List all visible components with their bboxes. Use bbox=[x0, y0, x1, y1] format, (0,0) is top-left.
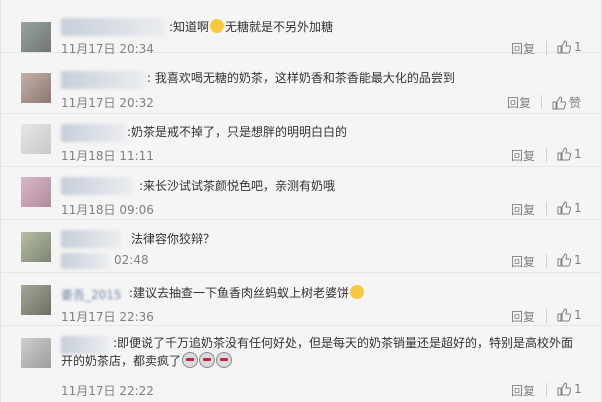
timestamp: 11月17日 20:32 bbox=[61, 96, 154, 110]
timestamp: 11月17日 22:22 bbox=[61, 384, 154, 398]
comment-text: : 我喜欢喝无糖的奶茶，这样奶香和茶香能最大化的品尝到 bbox=[147, 71, 455, 85]
reply-button[interactable]: 回复 bbox=[511, 253, 535, 270]
timestamp: 02:48 bbox=[114, 253, 149, 267]
reply-button[interactable]: 回复 bbox=[511, 201, 535, 218]
reply-button[interactable]: 回复 bbox=[511, 382, 535, 399]
divider bbox=[541, 95, 542, 109]
username[interactable] bbox=[61, 71, 146, 89]
comment-text: 法律容你狡辩？ bbox=[131, 232, 216, 246]
mask-emoji-icon bbox=[199, 352, 216, 368]
reply-button[interactable]: 回复 bbox=[511, 308, 535, 325]
reply-button[interactable]: 回复 bbox=[507, 94, 531, 111]
avatar[interactable] bbox=[21, 73, 51, 103]
comment-text: :即便说了千万追奶茶没有任何好处，但是每天的奶茶销量还是超好的，特别是高校外面开… bbox=[61, 334, 581, 370]
comment-text: :奶茶是戒不掉了，只是想胖的明明白白的 bbox=[127, 125, 348, 139]
comment-text-part: 无糖就是不另外加糖 bbox=[225, 20, 334, 34]
reply-button[interactable]: 回复 bbox=[511, 40, 535, 57]
thumbs-up-icon bbox=[557, 147, 571, 161]
avatar[interactable] bbox=[21, 285, 51, 315]
like-button[interactable]: 1 bbox=[557, 382, 582, 396]
timestamp-date-blurred bbox=[61, 253, 109, 269]
like-count: 1 bbox=[574, 147, 582, 161]
thinking-emoji-icon bbox=[350, 285, 365, 299]
thumbs-up-icon bbox=[557, 253, 571, 267]
divider bbox=[546, 383, 547, 397]
avatar[interactable] bbox=[21, 232, 51, 262]
like-count: 1 bbox=[574, 308, 582, 322]
list-item: :来长沙试试茶颜悦色吧，亲测有奶哦 11月18日 09:06 回复 1 bbox=[1, 167, 601, 220]
thumbs-up-icon bbox=[557, 382, 571, 396]
like-count: 赞 bbox=[569, 96, 582, 110]
list-item: 法律容你狡辩？ 02:48 回复 1 bbox=[1, 220, 601, 273]
like-button[interactable]: 1 bbox=[557, 40, 582, 54]
username[interactable]: 姜吾_2015 bbox=[61, 286, 122, 303]
username[interactable] bbox=[61, 18, 166, 36]
comment-list: :知道啊 无糖就是不另外加糖 11月17日 20:34 回复 1 : 我喜欢喝无糖… bbox=[0, 0, 602, 402]
timestamp: 11月18日 11:11 bbox=[61, 149, 154, 163]
avatar[interactable] bbox=[21, 22, 51, 52]
list-item: : 我喜欢喝无糖的奶茶，这样奶香和茶香能最大化的品尝到 11月17日 20:32… bbox=[1, 61, 601, 114]
thumbs-up-icon bbox=[557, 40, 571, 54]
username[interactable] bbox=[61, 124, 126, 142]
like-button[interactable]: 1 bbox=[557, 308, 582, 322]
list-item: :奶茶是戒不掉了，只是想胖的明明白白的 11月18日 11:11 回复 1 bbox=[1, 114, 601, 167]
divider bbox=[546, 148, 547, 162]
like-button[interactable]: 1 bbox=[557, 253, 582, 267]
thumbs-up-icon bbox=[557, 308, 571, 322]
comment-text: :来长沙试试茶颜悦色吧，亲测有奶哦 bbox=[139, 179, 336, 193]
thumbs-up-icon bbox=[557, 201, 571, 215]
username[interactable] bbox=[61, 177, 133, 195]
like-count: 1 bbox=[574, 40, 582, 54]
comment-text-part: :建议去抽查一下鱼香肉丝蚂蚁上树老婆饼 bbox=[129, 286, 350, 300]
like-button[interactable]: 赞 bbox=[552, 94, 581, 111]
avatar[interactable] bbox=[21, 177, 51, 207]
divider bbox=[546, 202, 547, 216]
divider bbox=[546, 41, 547, 55]
avatar[interactable] bbox=[21, 124, 51, 154]
list-item: :即便说了千万追奶茶没有任何好处，但是每天的奶茶销量还是超好的，特别是高校外面开… bbox=[1, 326, 601, 402]
like-count: 1 bbox=[574, 201, 582, 215]
divider bbox=[546, 309, 547, 323]
avatar[interactable] bbox=[21, 338, 51, 368]
timestamp: 11月17日 20:34 bbox=[61, 42, 154, 56]
comment-text: :建议去抽查一下鱼香肉丝蚂蚁上树老婆饼 bbox=[129, 284, 365, 302]
list-item: :知道啊 无糖就是不另外加糖 11月17日 20:34 回复 1 bbox=[1, 0, 601, 56]
like-button[interactable]: 1 bbox=[557, 201, 582, 215]
divider bbox=[546, 254, 547, 268]
mask-emoji-icon bbox=[182, 352, 199, 368]
like-count: 1 bbox=[574, 382, 582, 396]
reply-button[interactable]: 回复 bbox=[511, 147, 535, 164]
laugh-emoji-icon bbox=[210, 19, 225, 33]
list-item: 姜吾_2015 :建议去抽查一下鱼香肉丝蚂蚁上树老婆饼 11月17日 22:36… bbox=[1, 273, 601, 326]
comment-text-part: :即便说了千万追奶茶没有任何好处，但是每天的奶茶销量还是超好的，特别是高校外面开… bbox=[61, 336, 574, 368]
mask-emoji-icon bbox=[216, 352, 233, 368]
comment-text-part: :知道啊 bbox=[169, 20, 210, 34]
like-count: 1 bbox=[574, 253, 582, 267]
timestamp: 11月17日 22:36 bbox=[61, 310, 154, 324]
comment-text: :知道啊 无糖就是不另外加糖 bbox=[169, 18, 333, 36]
thumbs-up-icon bbox=[552, 95, 566, 109]
like-button[interactable]: 1 bbox=[557, 147, 582, 161]
username[interactable] bbox=[61, 230, 121, 248]
timestamp: 11月18日 09:06 bbox=[61, 203, 154, 217]
